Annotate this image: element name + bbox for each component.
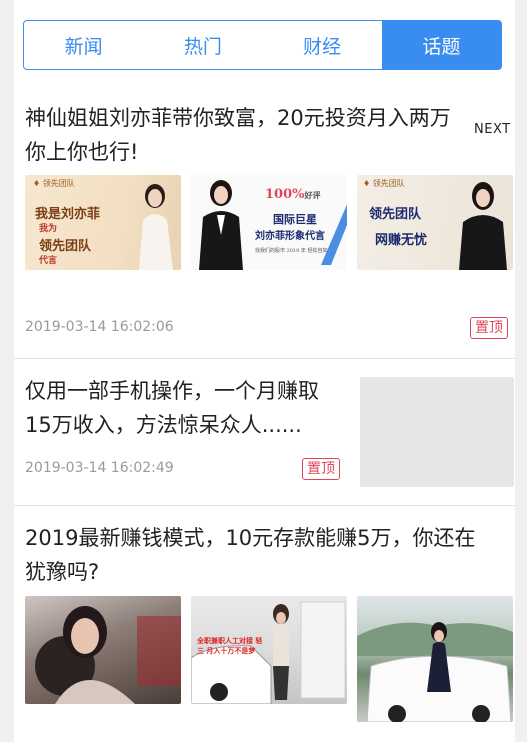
ad-text: 好评 [304, 190, 321, 200]
ad-text: 国际巨星 [273, 213, 317, 226]
article-1[interactable]: 神仙姐姐刘亦菲带你致富，20元投资月入两万 你上你也行! [14, 101, 515, 169]
ad-text: 网赚无忧 [375, 233, 428, 248]
article-title: 仅用一部手机操作，一个月赚取 15万收入，方法惊呆众人...... [25, 379, 319, 437]
model-photo [139, 184, 173, 270]
divider [14, 358, 515, 359]
article-1-thumbnail-3[interactable]: ♦ 领先团队 领先团队 网赚无忧 [357, 175, 513, 270]
next-button[interactable]: NEXT [474, 122, 511, 137]
woman-in-car-photo [35, 606, 181, 704]
ad-text: 100% [265, 187, 305, 202]
ad-caption: 全职兼职人工对接 轻三 月入十万不是梦 [197, 637, 263, 655]
publish-date: 2019-03-14 16:02:49 [25, 460, 174, 476]
left-edge [0, 0, 14, 742]
article-1-thumbnail-1[interactable]: ♦ 领先团队 我是刘亦菲 我为 领先团队 代言 [25, 175, 181, 270]
brand-logo-icon: ♦ 领先团队 [33, 179, 75, 188]
right-edge [515, 0, 527, 742]
divider [14, 505, 515, 506]
woman-on-car-photo [357, 622, 513, 722]
brand-logo-icon: ♦ 领先团队 [363, 179, 405, 188]
ad-text: 刘亦菲形象代言 [255, 231, 325, 242]
article-2-thumbnail-placeholder[interactable] [360, 377, 514, 487]
publish-date: 2019-03-14 16:02:06 [25, 319, 174, 335]
ad-text: 找我们的股市 2019 年 轻松自如 [255, 248, 328, 254]
tab-news[interactable]: 新闻 [24, 21, 143, 69]
ad-text: 我为 [39, 224, 58, 234]
pinned-badge: 置顶 [470, 317, 508, 339]
article-title: 2019最新赚钱模式，10元存款能赚5万，你还在 犹豫吗? [25, 526, 476, 584]
article-3-thumbnail-1[interactable] [25, 596, 181, 704]
article-3-thumbnail-3[interactable] [357, 596, 513, 722]
tab-hot[interactable]: 热门 [143, 21, 262, 69]
category-tabs: 新闻 热门 财经 话题 [23, 20, 502, 70]
article-1-thumbnail-2[interactable]: 100%好评 国际巨星 刘亦菲形象代言 找我们的股市 2019 年 轻松自如 [191, 175, 347, 270]
pinned-badge: 置顶 [302, 458, 340, 480]
tab-topics[interactable]: 话题 [381, 21, 501, 69]
ad-text: 领先团队 [369, 207, 422, 222]
article-3[interactable]: 2019最新赚钱模式，10元存款能赚5万，你还在 犹豫吗? [14, 521, 515, 589]
ad-text: 我是刘亦菲 [35, 207, 101, 222]
tab-finance[interactable]: 财经 [263, 21, 382, 69]
model-photo [199, 180, 243, 270]
model-photo [459, 182, 507, 270]
ad-text: 领先团队 [39, 239, 92, 254]
article-title: 神仙姐姐刘亦菲带你致富，20元投资月入两万 你上你也行! [25, 106, 451, 164]
ad-text: 代言 [39, 256, 58, 266]
article-3-thumbnail-2[interactable]: 全职兼职人工对接 轻三 月入十万不是梦 [191, 596, 347, 704]
